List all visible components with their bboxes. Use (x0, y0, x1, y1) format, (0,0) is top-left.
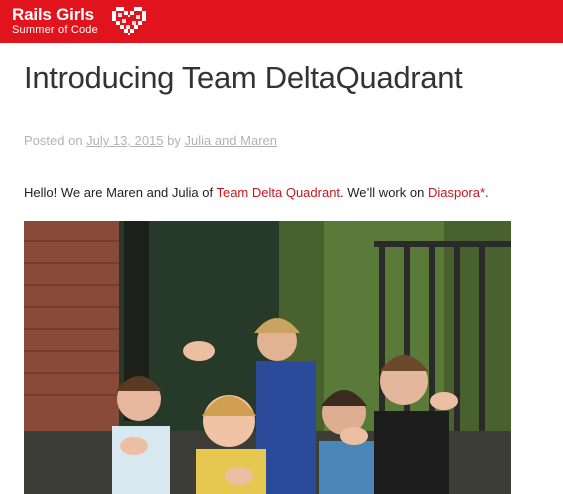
intro-text-middle: . We’ll work on (340, 185, 428, 200)
post-date-link[interactable]: July 13, 2015 (86, 133, 163, 148)
meta-prefix: Posted on (24, 133, 83, 148)
author-link[interactable]: Julia and Maren (185, 133, 278, 148)
team-link[interactable]: Team Delta Quadrant (216, 185, 340, 200)
team-photo-illustration (24, 221, 511, 494)
logo-subtitle: Summer of Code (12, 24, 98, 36)
page-title: Introducing Team DeltaQuadrant (24, 60, 463, 95)
site-logo[interactable]: Rails Girls Summer of Code (12, 6, 98, 37)
project-link[interactable]: Diaspora* (428, 185, 485, 200)
pixel-heart-icon (112, 7, 146, 35)
post-meta: Posted on July 13, 2015 by Julia and Mar… (24, 133, 277, 148)
meta-by: by (167, 133, 181, 148)
top-bar: Rails Girls Summer of Code (0, 0, 563, 43)
logo-title: Rails Girls (12, 5, 94, 24)
intro-text-start: Hello! We are Maren and Julia of (24, 185, 217, 200)
intro-paragraph: Hello! We are Maren and Julia of Team De… (24, 185, 489, 200)
team-photo (24, 221, 511, 494)
intro-text-end: . (485, 185, 489, 200)
